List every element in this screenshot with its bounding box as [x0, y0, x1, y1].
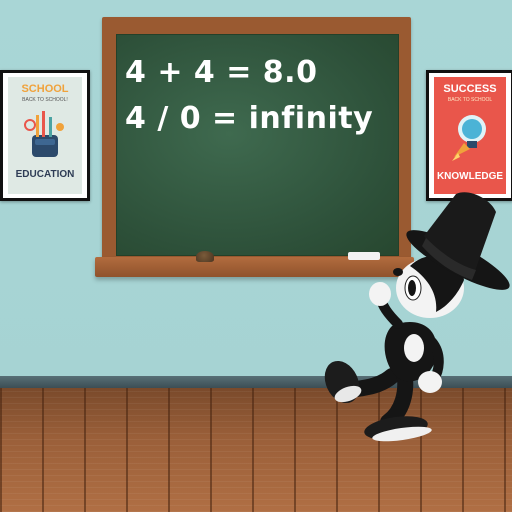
cartoon-character-top-hat	[324, 192, 510, 442]
snail-icon	[196, 251, 214, 262]
poster-left-subtitle: BACK TO SCHOOL!	[22, 97, 68, 103]
lightbulb-rocket-icon	[452, 115, 486, 161]
equation-line-2: 4 / 0 = infinity	[125, 101, 374, 136]
poster-right-title: SUCCESS	[443, 83, 497, 95]
poster-left-title: SCHOOL	[21, 83, 69, 95]
poster-left-background: SCHOOL BACK TO SCHOOL! EDUCATION	[8, 77, 82, 194]
poster-right-subtitle: BACK TO SCHOOL	[447, 97, 493, 103]
school-supplies-icon	[24, 111, 64, 157]
equation-line-1: 4 + 4 = 8.0	[125, 55, 318, 90]
poster-left-bottom-text: EDUCATION	[15, 169, 75, 180]
poster-left: SCHOOL BACK TO SCHOOL! EDUCATION	[0, 70, 90, 201]
